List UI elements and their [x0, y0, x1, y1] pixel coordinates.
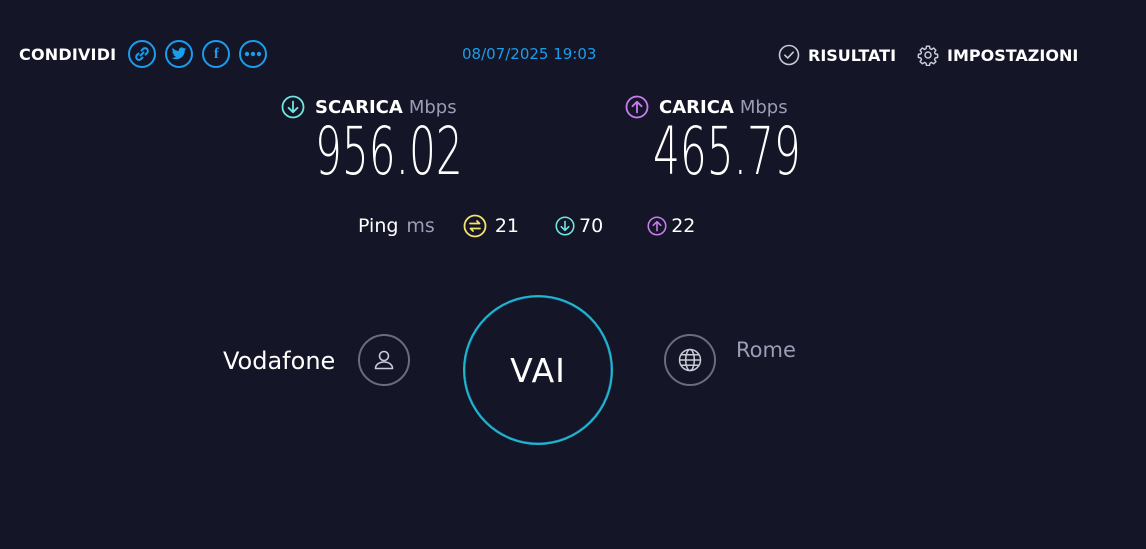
results-label: RISULTATI [808, 45, 897, 65]
twitter-icon[interactable] [165, 40, 194, 68]
ping-idle-icon [463, 214, 487, 238]
globe-icon [678, 348, 702, 372]
share-label: CONDIVIDI [19, 44, 117, 64]
ping-row: Ping ms 21 70 22 [358, 214, 739, 238]
speedtest-page: CONDIVIDI f 08/07/2025 19:03 RISULTATI I… [0, 0, 1146, 549]
settings-label: IMPOSTAZIONI [947, 45, 1079, 65]
arrow-down-circle-icon [281, 95, 305, 119]
ping-upload-icon [647, 216, 667, 236]
ping-upload-value: 22 [671, 215, 696, 237]
ping-upload: 22 [647, 215, 695, 237]
go-button[interactable]: VAI [463, 295, 613, 445]
share-bar: CONDIVIDI f [19, 37, 268, 71]
ping-download-icon [555, 216, 575, 236]
download-value: 956.02 [315, 113, 463, 190]
test-datetime: 08/07/2025 19:03 [462, 45, 597, 63]
check-circle-icon [778, 44, 800, 66]
link-icon[interactable] [128, 40, 157, 68]
server-city[interactable]: Rome [736, 338, 796, 362]
ping-idle-value: 21 [494, 215, 520, 237]
ping-unit: ms [406, 215, 435, 237]
arrow-up-circle-icon [625, 95, 649, 119]
user-icon [374, 350, 394, 370]
server-globe-icon[interactable] [664, 334, 716, 386]
facebook-glyph: f [213, 45, 219, 62]
ping-label: Ping [358, 215, 399, 237]
ping-download-value: 70 [579, 215, 604, 237]
results-link[interactable]: RISULTATI [778, 44, 896, 66]
gear-icon [917, 45, 939, 66]
upload-value: 465.79 [653, 113, 801, 190]
isp-name: Vodafone [223, 347, 336, 375]
more-icon[interactable] [239, 40, 268, 68]
ping-idle: 21 [463, 214, 519, 238]
facebook-icon[interactable]: f [202, 40, 231, 68]
ping-download: 70 [555, 215, 603, 237]
provider-user-icon [358, 334, 410, 386]
settings-link[interactable]: IMPOSTAZIONI [917, 44, 1078, 66]
